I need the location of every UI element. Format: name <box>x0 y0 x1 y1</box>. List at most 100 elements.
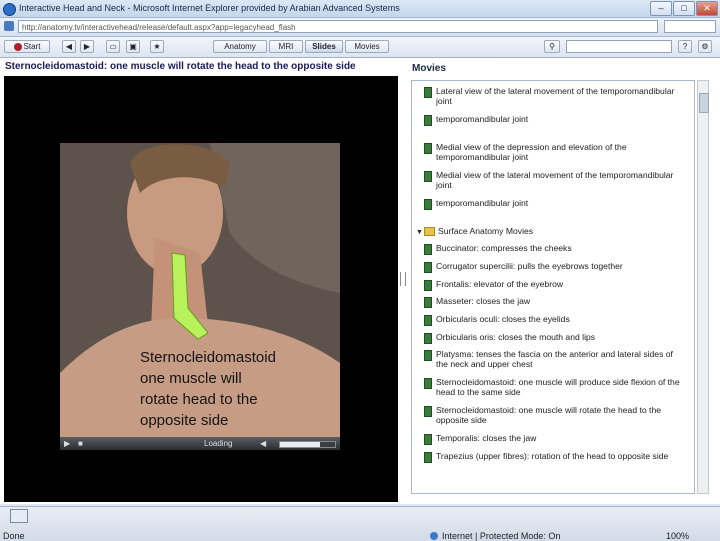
settings-icon[interactable]: ⚙ <box>698 40 712 53</box>
stop-icon[interactable]: ■ <box>78 439 83 448</box>
movie-item[interactable]: Orbicularis oculi: closes the eyelids <box>424 314 686 326</box>
tab-mri[interactable]: MRI <box>269 40 303 53</box>
movie-label: Medial view of the depression and elevat… <box>436 142 627 162</box>
movie-file-icon <box>424 87 432 98</box>
ie-logo-icon <box>3 3 16 16</box>
movie-file-icon <box>424 143 432 154</box>
start-button[interactable]: Start <box>4 40 50 53</box>
video-caption: Sternocleidomastoid one muscle will rota… <box>140 347 276 431</box>
movie-file-icon <box>424 199 432 210</box>
movie-item[interactable]: Sternocleidomastoid: one muscle will pro… <box>424 377 686 397</box>
page-icon <box>4 21 14 31</box>
movie-file-icon <box>424 171 432 182</box>
window-icon[interactable]: ▣ <box>126 40 140 53</box>
folder-icon[interactable]: ▭ <box>106 40 120 53</box>
movie-item[interactable]: temporomandibular joint <box>424 114 686 126</box>
slide-title: Sternocleidomastoid: one muscle will rot… <box>5 61 356 72</box>
address-bar-row: http://anatomy.tv/interactivehead/releas… <box>0 18 720 37</box>
movie-file-icon <box>424 378 432 389</box>
internet-zone-icon <box>430 532 438 540</box>
movie-file-icon <box>424 434 432 445</box>
address-input[interactable]: http://anatomy.tv/interactivehead/releas… <box>18 20 658 33</box>
scrollbar-thumb[interactable] <box>699 93 709 113</box>
tab-movies[interactable]: Movies <box>345 40 389 53</box>
movie-file-icon <box>424 452 432 463</box>
movie-item[interactable]: Frontalis: elevator of the eyebrow <box>424 279 686 291</box>
movie-item[interactable]: Masseter: closes the jaw <box>424 296 686 308</box>
movies-scrollbar[interactable] <box>697 80 709 494</box>
status-bar: Done Internet | Protected Mode: On 100% <box>0 506 720 541</box>
tab-anatomy[interactable]: Anatomy <box>213 40 267 53</box>
movie-label: Corrugator supercilii: pulls the eyebrow… <box>436 261 623 271</box>
movie-label: Temporalis: closes the jaw <box>436 433 537 443</box>
movie-item[interactable]: Medial view of the lateral movement of t… <box>424 170 686 190</box>
movie-label: Platysma: tenses the fascia on the anter… <box>436 349 673 369</box>
video-frame[interactable]: Sternocleidomastoid one muscle will rota… <box>60 143 340 438</box>
movie-label: Orbicularis oris: closes the mouth and l… <box>436 332 596 342</box>
movie-item[interactable]: Trapezius (upper fibres): rotation of th… <box>424 451 686 463</box>
movie-label: Sternocleidomastoid: one muscle will pro… <box>436 377 680 397</box>
progress-bar[interactable] <box>279 441 336 448</box>
movie-item[interactable]: Sternocleidomastoid: one muscle will rot… <box>424 405 686 425</box>
window-controls: – □ ✕ <box>650 1 718 16</box>
search-input[interactable] <box>566 40 672 53</box>
forward-icon[interactable]: ▶ <box>80 40 94 53</box>
movie-label: Frontalis: elevator of the eyebrow <box>436 279 564 289</box>
movie-file-icon <box>424 115 432 126</box>
maximize-icon[interactable]: □ <box>673 1 695 16</box>
movie-file-icon <box>424 262 432 273</box>
movie-file-icon <box>424 244 432 255</box>
movie-item[interactable]: Platysma: tenses the fascia on the anter… <box>424 349 686 369</box>
expand-icon[interactable]: ▼ <box>416 228 424 238</box>
help-icon[interactable]: ? <box>678 40 692 53</box>
movie-item[interactable]: Medial view of the depression and elevat… <box>424 142 686 162</box>
movie-label: Trapezius (upper fibres): rotation of th… <box>436 451 669 461</box>
movie-label: Orbicularis oculi: closes the eyelids <box>436 314 570 324</box>
movie-label: Sternocleidomastoid: one muscle will rot… <box>436 405 661 425</box>
tab-slides[interactable]: Slides <box>305 40 343 53</box>
minimize-icon[interactable]: – <box>650 1 672 16</box>
movie-item[interactable]: Buccinator: compresses the cheeks <box>424 243 686 255</box>
back-icon[interactable]: ◀ <box>62 40 76 53</box>
movie-item[interactable]: Orbicularis oris: closes the mouth and l… <box>424 332 686 344</box>
app-toolbar: Start ◀ ▶ ▭ ▣ ★ Anatomy MRI Slides Movie… <box>0 37 720 58</box>
folder-label: Surface Anatomy Movies <box>438 226 534 236</box>
movie-file-icon <box>424 350 432 361</box>
caption-line: Sternocleidomastoid <box>140 349 276 366</box>
caption-line: one muscle will <box>140 370 242 387</box>
video-controls: ▶ ■ Loading ◀ <box>60 437 340 450</box>
caption-line: rotate head to the <box>140 391 258 408</box>
movie-label: Medial view of the lateral movement of t… <box>436 170 674 190</box>
browser-search-box[interactable] <box>664 20 716 33</box>
movie-label: Masseter: closes the jaw <box>436 296 531 306</box>
volume-icon[interactable]: ◀ <box>260 439 266 448</box>
movie-file-icon <box>424 280 432 291</box>
movies-list: Lateral view of the lateral movement of … <box>411 80 695 494</box>
movie-label: temporomandibular joint <box>436 198 529 208</box>
movie-file-icon <box>424 333 432 344</box>
movie-file-icon <box>424 297 432 308</box>
movies-heading: Movies <box>412 63 446 74</box>
movie-item[interactable]: Temporalis: closes the jaw <box>424 433 686 445</box>
window-title: Interactive Head and Neck - Microsoft In… <box>19 3 400 13</box>
movie-label: temporomandibular joint <box>436 114 529 124</box>
movie-item[interactable]: temporomandibular joint <box>424 198 686 210</box>
start-button-label: Start <box>23 42 41 51</box>
save-icon[interactable] <box>10 509 28 523</box>
player-status: Loading <box>204 439 233 448</box>
folder-icon <box>424 227 435 237</box>
star-icon[interactable]: ★ <box>150 40 164 53</box>
movie-file-icon <box>424 315 432 326</box>
movie-label: Lateral view of the lateral movement of … <box>436 86 675 106</box>
movie-label: Buccinator: compresses the cheeks <box>436 243 572 253</box>
panel-splitter[interactable] <box>400 272 406 286</box>
search-icon[interactable]: ⚲ <box>544 40 560 53</box>
play-icon[interactable]: ▶ <box>64 439 70 448</box>
close-icon[interactable]: ✕ <box>696 1 718 16</box>
folder-surface-anatomy[interactable]: ▼ Surface Anatomy Movies <box>416 226 533 238</box>
movie-item[interactable]: Corrugator supercilii: pulls the eyebrow… <box>424 261 686 273</box>
window-titlebar: Interactive Head and Neck - Microsoft In… <box>0 0 720 18</box>
movie-item[interactable]: Lateral view of the lateral movement of … <box>424 86 686 106</box>
movie-file-icon <box>424 406 432 417</box>
caption-line: opposite side <box>140 412 229 429</box>
